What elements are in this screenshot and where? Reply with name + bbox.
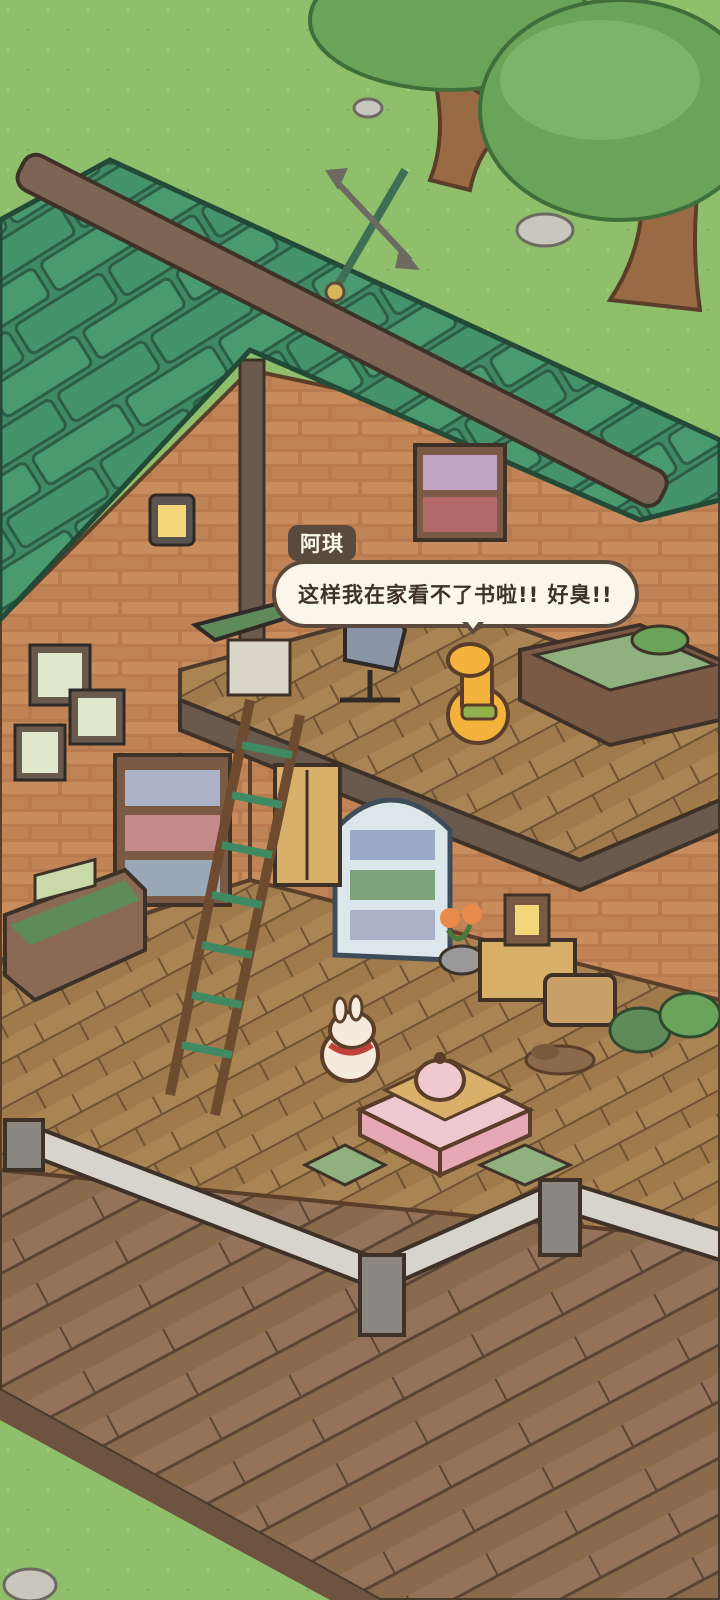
treasure-chest[interactable]: [543, 973, 617, 1027]
game-scene[interactable]: [0, 0, 720, 1600]
speech-bubble[interactable]: 这样我在家看不了书啦!! 好臭!!: [272, 560, 639, 628]
arched-bookcase[interactable]: [332, 797, 453, 963]
speaker-name-tag: 阿琪: [288, 525, 356, 561]
bookshelf-loft[interactable]: [413, 443, 507, 542]
speech-text: 这样我在家看不了书啦!! 好臭!!: [298, 583, 613, 607]
poop-pile[interactable]: [524, 1044, 596, 1076]
speech-bubble-tail-fill: [466, 620, 480, 629]
wall-post: [238, 358, 266, 642]
game-viewport[interactable]: 阿琪 这样我在家看不了书啦!! 好臭!!: [0, 0, 720, 1600]
wall-lantern[interactable]: [148, 493, 196, 547]
